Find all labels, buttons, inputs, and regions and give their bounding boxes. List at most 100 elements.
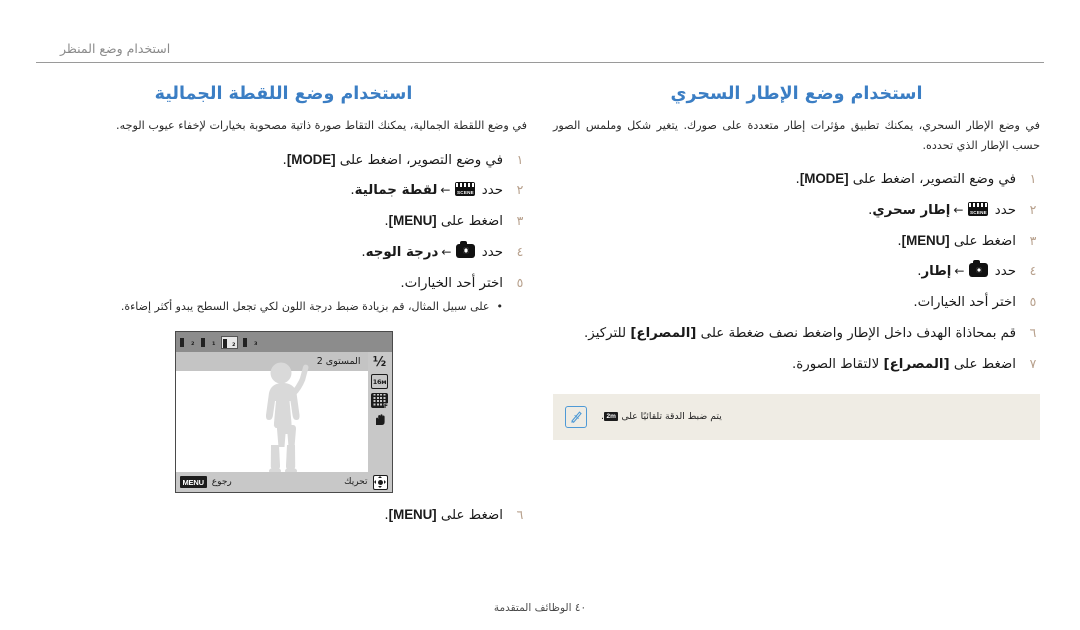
column-magic-frame: استخدام وضع الإطار السحري في وضع الإطار …: [553, 84, 1040, 523]
step-item: ١ في وضع التصوير، اضغط على [MODE].: [553, 169, 1040, 191]
camera-icon: [456, 240, 476, 258]
section-title-magic-frame: استخدام وضع الإطار السحري: [670, 84, 923, 104]
camera-icon: [969, 260, 989, 278]
step-number: ٣: [1029, 232, 1037, 248]
step-text: اختر أحد الخيارات. • على سبيل المثال، قم…: [40, 274, 503, 317]
exposure-compensation-icon: ½: [372, 355, 387, 371]
scene-icon: SCENE: [455, 182, 476, 197]
lcd-menu-chip: MENU: [179, 476, 207, 489]
step-number: ٢: [1029, 201, 1037, 217]
lcd-sidebar-icons: ½ 16м F: [367, 352, 392, 473]
lcd-tab-1: ₂: [178, 335, 196, 349]
body-columns: استخدام وضع الإطار السحري في وضع الإطار …: [40, 84, 1040, 523]
step-text-pre: حدد: [477, 183, 503, 199]
step-number: ٦: [1029, 325, 1037, 341]
lcd-option-label: المستوى 2: [316, 356, 361, 368]
step-target-label: درجة الوجه: [365, 244, 439, 260]
step-text: اضغط على [MENU].: [40, 211, 503, 233]
lcd-tab-2: ₁: [199, 335, 217, 349]
section-title-beauty-shot: استخدام وضع اللقطة الجمالية: [154, 84, 413, 104]
step-text-post: للتركيز.: [584, 326, 631, 342]
lcd-tab-3-selected: ₂: [220, 335, 238, 349]
step-text: اضغط على [MENU].: [553, 231, 1016, 253]
steps-list-magic-frame: ١ في وضع التصوير، اضغط على [MODE]. ٢ حدد…: [553, 169, 1040, 375]
footer-inner: ٤٠ الوظائف المتقدمة: [494, 602, 586, 614]
step-item-final: ٦ اضغط على [MENU].: [40, 507, 527, 523]
step-item: ٥ اختر أحد الخيارات.: [553, 292, 1040, 314]
column-beauty-shot: استخدام وضع اللقطة الجمالية في وضع اللقط…: [40, 84, 527, 523]
lcd-bottom-bar: MENU رجوع تحريك: [175, 472, 392, 493]
lcd-move-label: تحريك: [344, 477, 368, 488]
key-shutter: [المصراع]: [630, 326, 697, 342]
sub-bullet-text: على سبيل المثال، قم بزيادة ضبط درجة اللو…: [120, 300, 490, 314]
step-number: ١: [1029, 171, 1037, 187]
step-text: حدد ←درجة الوجه.: [40, 240, 503, 264]
step-text-pre: حدد: [477, 244, 503, 260]
step-item: ٧ اضغط على [المصراع] لالتقاط الصورة.: [553, 354, 1040, 376]
key-menu: [MENU]: [901, 232, 950, 248]
section-intro-beauty-shot: في وضع اللقطة الجمالية، يمكنك التقاط صور…: [116, 119, 527, 132]
step-text: حدد SCENE ←لقطة جمالية.: [40, 181, 503, 202]
page-footer: ٤٠ الوظائف المتقدمة: [0, 602, 1080, 614]
step-sub-list: • على سبيل المثال، قم بزيادة ضبط درجة ال…: [40, 298, 503, 317]
note-text: يتم ضبط الدقة تلقائيًا على 2m.: [597, 411, 1028, 422]
lcd-preview-area: [175, 362, 368, 475]
arrow-icon: ←: [441, 244, 452, 259]
steps-list-beauty-shot: ١ في وضع التصوير، اضغط على [MODE]. ٢ حدد…: [40, 150, 527, 318]
step-text-pre: حدد: [990, 202, 1016, 218]
step-text: حدد SCENE ←إطار سحري.: [553, 201, 1016, 222]
step-item: ٢ حدد SCENE ←إطار سحري.: [553, 200, 1040, 222]
quality-fine-icon: F: [371, 393, 388, 411]
step-target-label: إطار: [921, 264, 952, 280]
step-text-pre: قم بمحاذاة الهدف داخل الإطار واضغط نصف ض…: [696, 326, 1016, 342]
person-silhouette: [265, 362, 308, 475]
key-menu: [MENU]: [388, 507, 437, 523]
step-text: في وضع التصوير، اضغط على [MODE].: [553, 169, 1016, 191]
step-text: اضغط على [المصراع] لالتقاط الصورة.: [553, 355, 1016, 376]
step-number: ٦: [516, 507, 524, 523]
step-item: ٣ اضغط على [MENU].: [553, 231, 1040, 253]
step-item: ٦ قم بمحاذاة الهدف داخل الإطار واضغط نصف…: [553, 323, 1040, 345]
step-text-post: لالتقاط الصورة.: [791, 356, 884, 372]
footer-label: الوظائف المتقدمة: [493, 602, 572, 614]
step-text-pre: اختر أحد الخيارات.: [400, 275, 503, 291]
resolution-16m-icon: 16м: [371, 374, 388, 390]
step-text-pre: اضغط على: [949, 233, 1016, 249]
step-item: ٤ حدد ←إطار.: [553, 260, 1040, 283]
step-number: ٢: [516, 182, 524, 198]
step-target-label: لقطة جمالية: [354, 183, 438, 199]
step-text: اضغط على [MENU].: [40, 507, 503, 523]
header-divider: [36, 62, 1044, 63]
note-text-before: يتم ضبط الدقة تلقائيًا على: [618, 411, 722, 423]
note-box: يتم ضبط الدقة تلقائيًا على 2m.: [553, 393, 1040, 440]
step-item: ٥ اختر أحد الخيارات. • على سبيل المثال، …: [40, 273, 527, 317]
bullet-dot-icon: •: [496, 300, 504, 314]
running-title: استخدام وضع المنظر: [60, 41, 171, 56]
scene-icon: SCENE: [968, 201, 989, 216]
step-text-pre: اضغط على: [436, 214, 503, 230]
step-number: ١: [516, 151, 524, 167]
sub-bullet-item: • على سبيل المثال، قم بزيادة ضبط درجة ال…: [40, 298, 503, 317]
note-pen-icon: [565, 405, 587, 428]
arrow-icon: ←: [954, 264, 965, 279]
key-menu: [MENU]: [388, 213, 437, 229]
step-item: ١ في وضع التصوير، اضغط على [MODE].: [40, 150, 527, 172]
resolution-chip: 2m: [603, 412, 619, 422]
section-intro-magic-frame: في وضع الإطار السحري، يمكنك تطبيق مؤثرات…: [553, 119, 1040, 152]
step-item: ٢ حدد SCENE ←لقطة جمالية.: [40, 180, 527, 202]
key-shutter: [المصراع]: [883, 356, 950, 372]
step-text-pre: اضغط على: [436, 508, 503, 524]
step-number: ٥: [1029, 294, 1037, 310]
arrow-icon: ←: [953, 202, 964, 217]
ois-icon: [371, 412, 388, 427]
lcd-tab-bar: ₂ ₁ ₂ ₃: [175, 332, 392, 353]
step-number: ٥: [516, 274, 524, 290]
step-text: حدد ←إطار.: [553, 260, 1016, 283]
lcd-back-label: رجوع: [211, 477, 232, 488]
step-text: في وضع التصوير، اضغط على [MODE].: [40, 150, 503, 172]
step-item: ٤ حدد ←درجة الوجه.: [40, 240, 527, 264]
step-text: قم بمحاذاة الهدف داخل الإطار واضغط نصف ض…: [553, 324, 1016, 345]
camera-lcd-screen: ₂ ₁ ₂ ₃ ½ 16м F المستوى 2 MENU رجوع تحري…: [174, 331, 393, 494]
step-number: ٣: [516, 213, 524, 229]
lcd-illustration-wrapper: ₂ ₁ ₂ ₃ ½ 16м F المستوى 2 MENU رجوع تحري…: [174, 331, 393, 494]
